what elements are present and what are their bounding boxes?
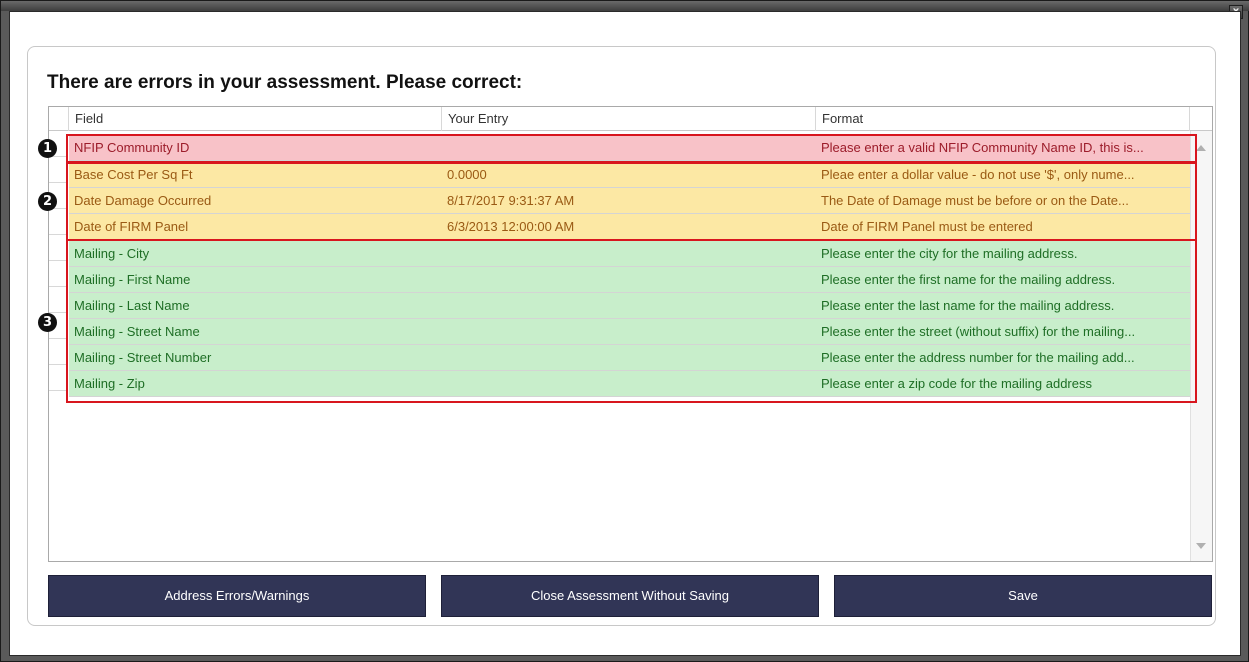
row-header-corner (49, 107, 69, 131)
column-header-entry[interactable]: Your Entry (442, 107, 816, 131)
warning-group-highlight (66, 162, 1197, 241)
marker-2-icon: 2 (38, 192, 57, 211)
column-header-field[interactable]: Field (69, 107, 442, 131)
marker-3-icon: 3 (38, 313, 57, 332)
scroll-up-arrow-icon[interactable] (1196, 145, 1206, 151)
close-without-saving-button[interactable]: Close Assessment Without Saving (441, 575, 819, 617)
page-title: There are errors in your assessment. Ple… (47, 72, 523, 93)
column-header-format[interactable]: Format (816, 107, 1190, 131)
save-button[interactable]: Save (834, 575, 1212, 617)
address-errors-button[interactable]: Address Errors/Warnings (48, 575, 426, 617)
scroll-down-arrow-icon[interactable] (1196, 543, 1206, 549)
error-group-highlight (66, 134, 1197, 163)
title-bar[interactable] (1, 1, 1249, 11)
mailing-group-highlight (66, 239, 1197, 403)
marker-1-icon: 1 (38, 139, 57, 158)
grid-header: Field Your Entry Format (49, 107, 1212, 131)
